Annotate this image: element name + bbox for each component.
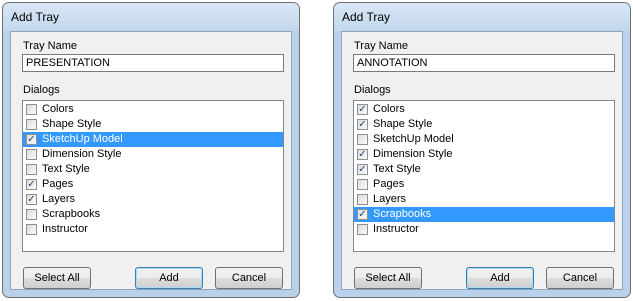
checkbox[interactable] bbox=[357, 224, 368, 235]
item-label: Instructor bbox=[42, 223, 88, 235]
checkbox-checked[interactable]: ✓ bbox=[357, 209, 368, 220]
dialog-item-text-style[interactable]: ✓ Text Style bbox=[354, 162, 614, 177]
checkbox[interactable] bbox=[26, 119, 37, 130]
item-label: SketchUp Model bbox=[42, 133, 123, 145]
checkbox-checked[interactable]: ✓ bbox=[357, 164, 368, 175]
dialog-item-scrapbooks[interactable]: Scrapbooks bbox=[23, 207, 283, 222]
add-tray-dialog-right: Add Tray Tray Name ANNOTATION Dialogs ✓ C… bbox=[333, 2, 631, 298]
dialog-item-scrapbooks[interactable]: ✓ Scrapbooks bbox=[354, 207, 614, 222]
add-button[interactable]: Add bbox=[135, 267, 203, 289]
checkbox[interactable] bbox=[26, 149, 37, 160]
checkbox[interactable] bbox=[357, 179, 368, 190]
dialog-item-instructor[interactable]: Instructor bbox=[354, 222, 614, 237]
checkbox[interactable] bbox=[26, 104, 37, 115]
item-label: Layers bbox=[373, 193, 407, 205]
item-label: Layers bbox=[42, 193, 76, 205]
dialogs-label: Dialogs bbox=[354, 84, 391, 96]
item-label: Scrapbooks bbox=[373, 208, 432, 220]
cancel-button[interactable]: Cancel bbox=[546, 267, 614, 289]
checkbox-checked[interactable]: ✓ bbox=[357, 104, 368, 115]
dialog-item-pages[interactable]: ✓ Pages bbox=[23, 177, 283, 192]
item-label: SketchUp Model bbox=[373, 133, 454, 145]
item-label: Colors bbox=[373, 103, 405, 115]
checkbox[interactable] bbox=[26, 164, 37, 175]
item-label: Colors bbox=[42, 103, 74, 115]
item-label: Text Style bbox=[42, 163, 90, 175]
dialog-body: Tray Name ANNOTATION Dialogs ✓ Colors ✓ Sh… bbox=[341, 31, 623, 290]
tray-name-label: Tray Name bbox=[354, 40, 408, 52]
add-tray-dialog-left: Add Tray Tray Name PRESENTATION Dialogs … bbox=[2, 2, 300, 298]
tray-name-input[interactable]: PRESENTATION bbox=[22, 54, 284, 72]
checkbox-checked[interactable]: ✓ bbox=[357, 119, 368, 130]
dialog-item-shape-style[interactable]: ✓ Shape Style bbox=[354, 117, 614, 132]
item-label: Instructor bbox=[373, 223, 419, 235]
checkbox-checked[interactable]: ✓ bbox=[26, 194, 37, 205]
dialog-item-layers[interactable]: Layers bbox=[354, 192, 614, 207]
dialogs-label: Dialogs bbox=[23, 84, 60, 96]
item-label: Shape Style bbox=[373, 118, 433, 130]
checkbox-checked[interactable]: ✓ bbox=[26, 179, 37, 190]
dialog-item-dimension-style[interactable]: Dimension Style bbox=[23, 147, 283, 162]
dialog-item-instructor[interactable]: Instructor bbox=[23, 222, 283, 237]
title-bar[interactable]: Add Tray bbox=[3, 3, 299, 31]
select-all-button[interactable]: Select All bbox=[354, 267, 422, 289]
checkbox[interactable] bbox=[357, 134, 368, 145]
dialogs-checklist[interactable]: Colors Shape Style ✓ SketchUp Model Dimen… bbox=[22, 100, 284, 252]
checkbox[interactable] bbox=[26, 209, 37, 220]
item-label: Shape Style bbox=[42, 118, 102, 130]
item-label: Dimension Style bbox=[373, 148, 453, 160]
checkbox[interactable] bbox=[357, 194, 368, 205]
cancel-button[interactable]: Cancel bbox=[215, 267, 283, 289]
title-bar[interactable]: Add Tray bbox=[334, 3, 630, 31]
dialog-item-layers[interactable]: ✓ Layers bbox=[23, 192, 283, 207]
checkbox[interactable] bbox=[26, 224, 37, 235]
dialogs-checklist[interactable]: ✓ Colors ✓ Shape Style SketchUp Model ✓ Dim… bbox=[353, 100, 615, 252]
item-label: Text Style bbox=[373, 163, 421, 175]
dialog-item-sketchup-model[interactable]: ✓ SketchUp Model bbox=[23, 132, 283, 147]
item-label: Scrapbooks bbox=[42, 208, 101, 220]
dialog-item-pages[interactable]: Pages bbox=[354, 177, 614, 192]
dialog-body: Tray Name PRESENTATION Dialogs Colors Sh… bbox=[10, 31, 292, 290]
dialog-item-dimension-style[interactable]: ✓ Dimension Style bbox=[354, 147, 614, 162]
select-all-button[interactable]: Select All bbox=[23, 267, 91, 289]
dialog-item-colors[interactable]: ✓ Colors bbox=[354, 102, 614, 117]
checkbox-checked[interactable]: ✓ bbox=[357, 149, 368, 160]
dialog-item-text-style[interactable]: Text Style bbox=[23, 162, 283, 177]
dialog-title: Add Tray bbox=[11, 10, 60, 24]
add-button[interactable]: Add bbox=[466, 267, 534, 289]
item-label: Dimension Style bbox=[42, 148, 122, 160]
item-label: Pages bbox=[373, 178, 405, 190]
dialog-title: Add Tray bbox=[342, 10, 391, 24]
dialog-item-colors[interactable]: Colors bbox=[23, 102, 283, 117]
item-label: Pages bbox=[42, 178, 74, 190]
dialog-item-sketchup-model[interactable]: SketchUp Model bbox=[354, 132, 614, 147]
dialog-item-shape-style[interactable]: Shape Style bbox=[23, 117, 283, 132]
tray-name-input[interactable]: ANNOTATION bbox=[353, 54, 615, 72]
tray-name-label: Tray Name bbox=[23, 40, 77, 52]
checkbox-checked[interactable]: ✓ bbox=[26, 134, 37, 145]
